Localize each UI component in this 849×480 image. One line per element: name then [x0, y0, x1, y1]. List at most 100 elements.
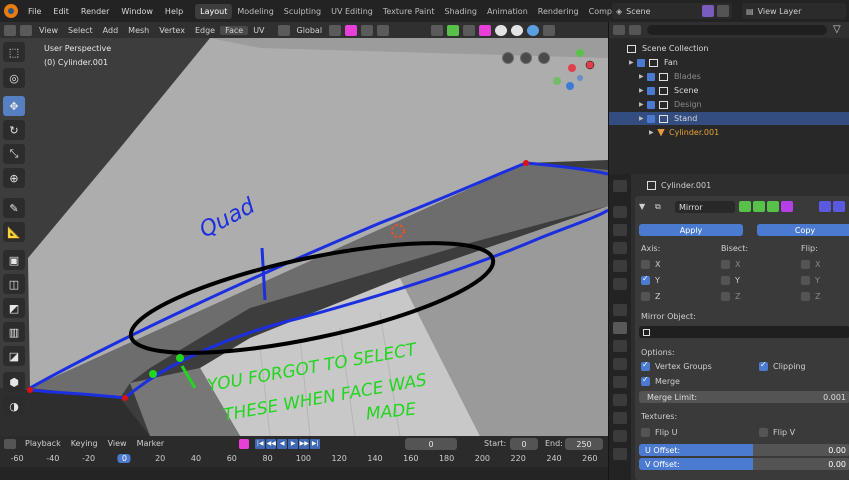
delete-scene-icon[interactable] — [717, 5, 729, 17]
viewport-menu-add[interactable]: Add — [98, 26, 124, 35]
modifier-name-field[interactable]: Mirror — [675, 201, 735, 213]
proportional-edit-icon[interactable] — [361, 24, 374, 36]
edit-mode-icon[interactable] — [20, 24, 32, 36]
render-tab-icon[interactable] — [613, 206, 627, 218]
tab-sculpting[interactable]: Sculpting — [279, 4, 326, 19]
apply-button[interactable]: Apply — [639, 224, 743, 236]
data-tab-icon[interactable] — [613, 394, 627, 406]
texture-tab-icon[interactable] — [613, 430, 627, 442]
exclude-checkbox[interactable] — [647, 100, 655, 109]
viewport-menu-uv[interactable]: UV — [248, 26, 269, 35]
cursor-tool-icon[interactable]: ◎ — [3, 68, 25, 88]
filter-icon[interactable]: ▽ — [833, 24, 841, 35]
menu-window[interactable]: Window — [115, 7, 159, 16]
move-down-icon[interactable] — [833, 201, 845, 212]
expand-arrow-icon[interactable]: ▶ — [639, 115, 647, 122]
transform-tool-icon[interactable]: ⊕ — [3, 168, 25, 188]
loop-cut-tool-icon[interactable]: ▥ — [3, 322, 25, 342]
exclude-checkbox[interactable] — [647, 72, 655, 81]
timeline-menu-marker[interactable]: Marker — [132, 439, 170, 448]
move-up-icon[interactable] — [819, 201, 831, 212]
vertex-groups-checkbox[interactable] — [641, 360, 650, 371]
record-icon[interactable] — [239, 438, 250, 449]
snap-icon[interactable] — [345, 24, 358, 36]
editor-type-icon[interactable] — [4, 24, 16, 36]
annotate-tool-icon[interactable]: ✎ — [3, 198, 25, 218]
exclude-checkbox[interactable] — [637, 58, 645, 67]
viewport-menu-mesh[interactable]: Mesh — [123, 26, 154, 35]
world-tab-icon[interactable] — [613, 278, 627, 290]
copy-button[interactable]: Copy — [757, 224, 849, 236]
shading-material-icon[interactable] — [527, 24, 540, 36]
flip-v-checkbox[interactable] — [759, 428, 768, 437]
axis-y-checkbox[interactable] — [641, 274, 650, 285]
timeline-menu-playback[interactable]: Playback — [20, 439, 66, 448]
outliner-display-mode-icon[interactable] — [629, 25, 641, 35]
tab-uv-editing[interactable]: UV Editing — [326, 4, 378, 19]
outliner-row[interactable]: Scene Collection — [609, 42, 849, 55]
flip-z-checkbox[interactable] — [801, 292, 810, 301]
xray-icon[interactable] — [479, 24, 492, 36]
tab-layout[interactable]: Layout — [195, 3, 233, 19]
exclude-checkbox[interactable] — [647, 86, 655, 95]
viewport-menu-select[interactable]: Select — [63, 26, 98, 35]
constraints-tab-icon[interactable] — [613, 376, 627, 388]
jump-end-icon[interactable]: ▶| — [310, 438, 321, 449]
outliner-row[interactable]: ▶ Blades — [609, 70, 849, 83]
bevel-tool-icon[interactable]: ◩ — [3, 298, 25, 318]
scene-selector[interactable]: ◈ Scene — [612, 3, 732, 19]
blender-logo-icon[interactable] — [4, 4, 18, 18]
v-offset-field[interactable]: V Offset: 0.00 — [639, 458, 849, 470]
menu-render[interactable]: Render — [75, 7, 115, 16]
menu-file[interactable]: File — [22, 7, 47, 16]
expand-arrow-icon[interactable]: ▶ — [639, 73, 647, 80]
outliner-row[interactable]: ▶ Scene — [609, 84, 849, 97]
tab-shading[interactable]: Shading — [439, 4, 482, 19]
output-tab-icon[interactable] — [613, 224, 627, 236]
viewport-menu-face[interactable]: Face — [220, 25, 249, 35]
outliner-row[interactable]: ▶ Design — [609, 98, 849, 111]
expand-arrow-icon[interactable]: ▶ — [639, 87, 647, 94]
cage-toggle-icon[interactable] — [753, 201, 765, 212]
u-offset-field[interactable]: U Offset: 0.00 — [639, 444, 849, 456]
expand-arrow-icon[interactable]: ▶ — [629, 59, 637, 66]
next-key-icon[interactable]: ▶▶ — [299, 438, 310, 449]
mirror-object-field[interactable] — [639, 326, 849, 338]
bisect-y-checkbox[interactable] — [721, 276, 730, 285]
timeline-track[interactable] — [0, 467, 608, 480]
modifier-tab-icon[interactable] — [613, 322, 627, 334]
measure-tool-icon[interactable]: 📐 — [3, 222, 25, 242]
zoom-icon[interactable] — [538, 52, 550, 64]
tab-animation[interactable]: Animation — [482, 4, 533, 19]
editmode-toggle-icon[interactable] — [739, 201, 751, 212]
physics-tab-icon[interactable] — [613, 358, 627, 370]
outliner-editor-icon[interactable] — [613, 25, 625, 35]
outliner-row[interactable]: ▶ Stand — [609, 112, 849, 125]
clipping-checkbox[interactable] — [759, 360, 768, 371]
expand-arrow-icon[interactable]: ▶ — [639, 101, 647, 108]
jump-start-icon[interactable]: |◀ — [255, 438, 266, 449]
shading-rendered-icon[interactable] — [543, 24, 556, 36]
tab-texture-paint[interactable]: Texture Paint — [378, 4, 440, 19]
play-reverse-icon[interactable]: ◀ — [277, 438, 288, 449]
bisect-x-checkbox[interactable] — [721, 260, 730, 269]
viewport-menu-vertex[interactable]: Vertex — [154, 26, 190, 35]
rotate-tool-icon[interactable]: ↻ — [3, 120, 25, 140]
camera-view-icon[interactable] — [502, 52, 514, 64]
spin-tool-icon[interactable]: ◑ — [3, 396, 25, 416]
gizmo-icon[interactable] — [447, 24, 460, 36]
knife-tool-icon[interactable]: ◪ — [3, 346, 25, 366]
overlay-icon[interactable] — [463, 24, 476, 36]
shading-wireframe-icon[interactable] — [495, 24, 508, 36]
outliner-row[interactable]: ▶ Fan — [609, 56, 849, 69]
axis-z-checkbox[interactable] — [641, 292, 650, 301]
timeline-menu-keying[interactable]: Keying — [66, 439, 103, 448]
viewport-menu-view[interactable]: View — [34, 26, 63, 35]
object-tab-icon[interactable] — [613, 304, 627, 316]
play-icon[interactable]: ▶ — [288, 438, 299, 449]
scale-tool-icon[interactable]: ⤡ — [3, 144, 25, 164]
bisect-z-checkbox[interactable] — [721, 292, 730, 301]
start-frame-field[interactable]: 0 — [510, 438, 538, 450]
outliner-search-field[interactable] — [647, 25, 827, 35]
exclude-checkbox[interactable] — [647, 114, 655, 123]
